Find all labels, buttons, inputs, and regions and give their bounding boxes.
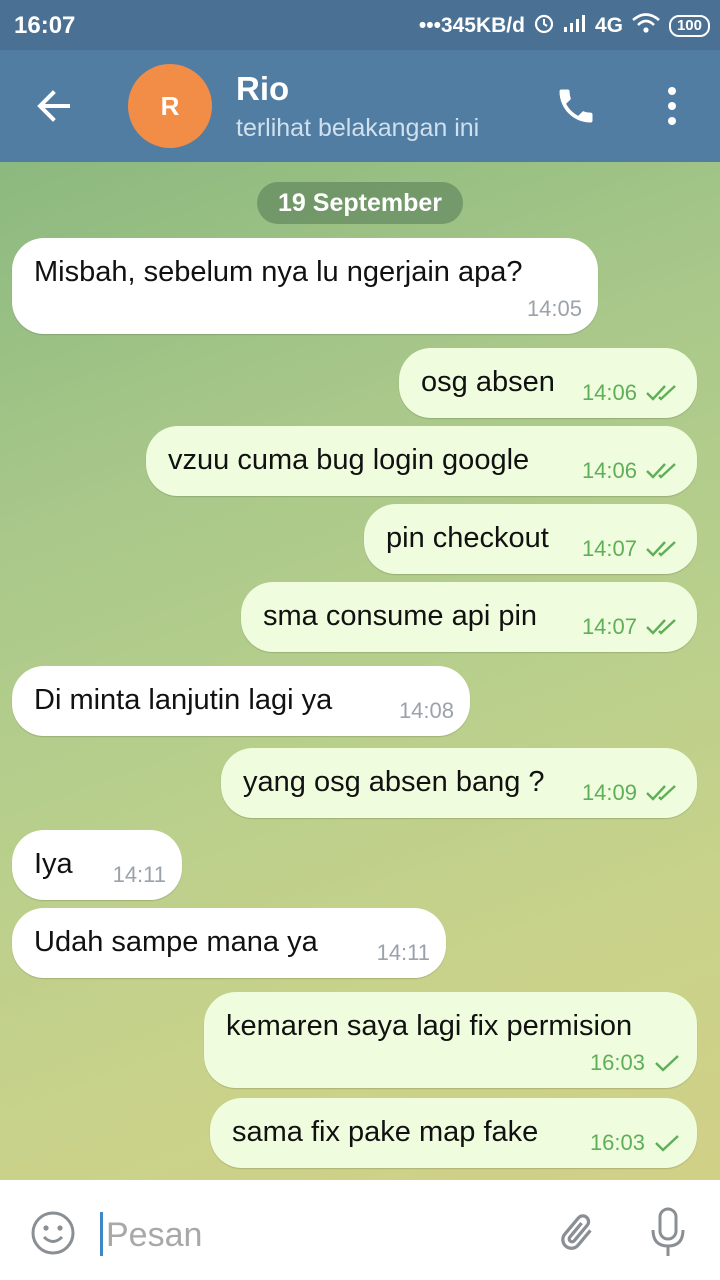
message-text: kemaren saya lagi fix permision: [226, 1010, 633, 1042]
back-arrow-icon[interactable]: [32, 84, 76, 128]
emoji-icon[interactable]: [30, 1210, 76, 1256]
message-time: 14:11: [376, 940, 430, 965]
message-meta: 16:03: [590, 1130, 681, 1156]
text-cursor: [100, 1212, 103, 1256]
message-time: 16:03: [589, 1050, 645, 1075]
date-separator: 19 September: [257, 182, 463, 224]
message-bubble[interactable]: sma consume api pin 14:07: [241, 582, 697, 652]
phone-call-icon[interactable]: [554, 84, 598, 128]
message-bubble[interactable]: Iya 14:11: [12, 830, 182, 900]
message-bubble[interactable]: sama fix pake map fake 16:03: [210, 1098, 697, 1168]
message-input[interactable]: [104, 1212, 528, 1258]
message-text: Udah sampe mana ya: [34, 926, 318, 958]
message-text: vzuu cuma bug login google: [168, 444, 530, 476]
message-composer: [0, 1180, 720, 1280]
message-meta: 14:05: [527, 296, 582, 322]
avatar[interactable]: R: [128, 64, 212, 148]
alarm-icon: [533, 12, 555, 40]
paperclip-icon[interactable]: [554, 1208, 600, 1258]
double-check-icon: [645, 461, 681, 481]
message-text: osg absen: [421, 366, 555, 398]
message-text: Misbah, sebelum nya lu ngerjain apa?: [34, 256, 523, 288]
message-bubble[interactable]: pin checkout 14:07: [364, 504, 697, 574]
message-bubble[interactable]: Di minta lanjutin lagi ya 14:08: [12, 666, 470, 736]
message-time: 16:03: [589, 1130, 645, 1155]
more-options-icon[interactable]: [652, 82, 692, 130]
message-bubble[interactable]: yang osg absen bang ? 14:09: [221, 748, 697, 818]
double-check-icon: [645, 539, 681, 559]
message-bubble[interactable]: Udah sampe mana ya 14:11: [12, 908, 446, 978]
status-indicators: •••345KB/d 4G 100: [419, 12, 710, 40]
network-speed: •••345KB/d: [418, 14, 525, 37]
message-text: sama fix pake map fake: [232, 1116, 539, 1148]
message-text: Iya: [34, 848, 73, 880]
message-text: sma consume api pin: [263, 600, 538, 632]
message-time: 14:06: [581, 458, 637, 483]
wifi-icon: [631, 12, 661, 40]
message-text: yang osg absen bang ?: [243, 766, 545, 798]
message-meta: 14:11: [113, 862, 166, 888]
check-icon: [653, 1053, 681, 1073]
double-check-icon: [645, 783, 681, 803]
battery-icon: 100: [668, 15, 710, 37]
message-bubble[interactable]: Misbah, sebelum nya lu ngerjain apa? 14:…: [12, 238, 598, 334]
message-list[interactable]: 19 September Misbah, sebelum nya lu nger…: [0, 162, 720, 1180]
message-time: 14:11: [112, 862, 166, 887]
last-seen-status: terlihat belakangan ini: [236, 114, 480, 142]
double-check-icon: [645, 617, 681, 637]
contact-name[interactable]: Rio: [236, 70, 289, 108]
message-text: Di minta lanjutin lagi ya: [34, 684, 333, 716]
message-time: 14:07: [581, 536, 637, 561]
network-type: 4G: [594, 14, 623, 37]
message-time: 14:06: [581, 380, 637, 405]
message-time: 14:09: [581, 780, 637, 805]
signal-icon: [563, 13, 587, 39]
microphone-icon[interactable]: [648, 1206, 688, 1260]
double-check-icon: [645, 383, 681, 403]
check-icon: [653, 1133, 681, 1153]
message-time: 14:07: [581, 614, 637, 639]
message-meta: 14:11: [377, 940, 430, 966]
message-bubble[interactable]: osg absen 14:06: [399, 348, 697, 418]
chat-header: R Rio terlihat belakangan ini: [0, 50, 720, 162]
message-meta: 16:03: [590, 1050, 681, 1076]
message-meta: 14:09: [582, 780, 681, 806]
message-text: pin checkout: [386, 522, 549, 554]
status-time: 16:07: [14, 12, 76, 39]
message-bubble[interactable]: kemaren saya lagi fix permision 16:03: [204, 992, 697, 1088]
message-meta: 14:06: [582, 458, 681, 484]
message-time: 14:08: [398, 698, 454, 723]
message-time: 14:05: [526, 296, 582, 321]
message-meta: 14:06: [582, 380, 681, 406]
message-meta: 14:08: [399, 698, 454, 724]
message-bubble[interactable]: vzuu cuma bug login google 14:06: [146, 426, 697, 496]
status-bar: 16:07 •••345KB/d 4G 100: [0, 0, 720, 50]
message-meta: 14:07: [582, 536, 681, 562]
message-meta: 14:07: [582, 614, 681, 640]
